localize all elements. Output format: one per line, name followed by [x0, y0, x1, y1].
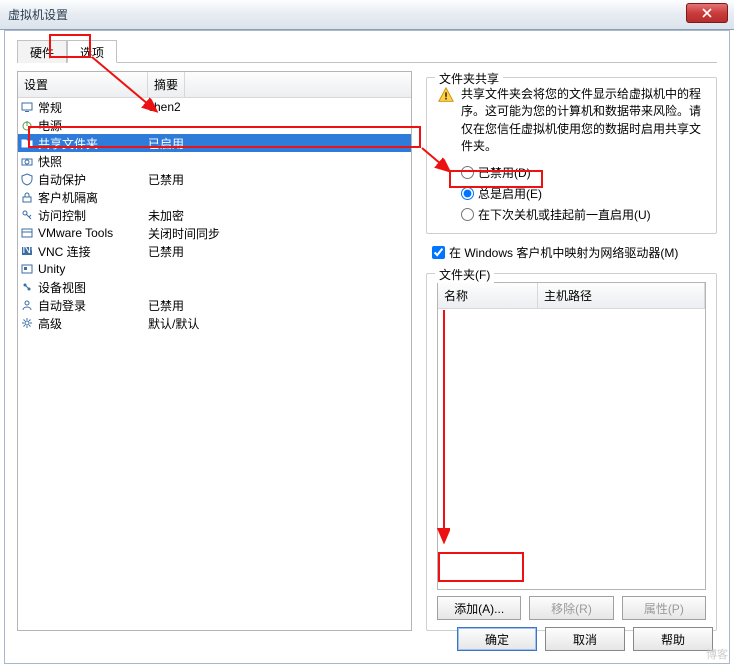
list-item[interactable]: 高级默认/默认	[18, 314, 411, 332]
radio-until-next[interactable]: 在下次关机或挂起前一直启用(U)	[461, 206, 706, 223]
setting-name: 自动登录	[36, 297, 148, 314]
monitor-icon	[18, 100, 36, 114]
setting-name: 自动保护	[36, 171, 148, 188]
setting-name: Unity	[36, 262, 148, 276]
list-item[interactable]: 电源	[18, 116, 411, 134]
map-drive-checkbox[interactable]: 在 Windows 客户机中映射为网络驱动器(M)	[432, 244, 717, 261]
setting-name: 电源	[36, 117, 148, 134]
setting-name: 常规	[36, 99, 148, 116]
setting-summary: chen2	[148, 100, 411, 114]
folders-group: 文件夹(F) 名称 主机路径 添加(A)... 移除(R) 属性(P)	[426, 273, 717, 631]
user-icon	[18, 298, 36, 312]
tab-bar: 硬件 选项	[17, 39, 717, 63]
setting-name: 共享文件夹	[36, 135, 148, 152]
setting-summary: 已禁用	[148, 297, 411, 314]
dialog-body: 硬件 选项 设置 摘要 常规chen2电源共享文件夹已启用快照自动保护已禁用客户…	[4, 30, 730, 664]
lock-icon	[18, 190, 36, 204]
list-item[interactable]: Unity	[18, 260, 411, 278]
remove-folder-button[interactable]: 移除(R)	[529, 596, 613, 620]
close-icon	[702, 8, 712, 18]
watermark: 博客	[706, 646, 728, 662]
window-title: 虚拟机设置	[8, 6, 68, 23]
list-item[interactable]: 访问控制未加密	[18, 206, 411, 224]
unity-icon	[18, 262, 36, 276]
tab-options[interactable]: 选项	[67, 40, 117, 63]
props-folder-button[interactable]: 属性(P)	[622, 596, 706, 620]
cancel-button[interactable]: 取消	[545, 627, 625, 651]
list-item[interactable]: 设备视图	[18, 278, 411, 296]
setting-summary: 默认/默认	[148, 315, 411, 332]
folders-list[interactable]: 名称 主机路径	[437, 282, 706, 590]
shield-icon	[18, 172, 36, 186]
help-button[interactable]: 帮助	[633, 627, 713, 651]
folder-icon	[18, 136, 36, 150]
folders-group-label: 文件夹(F)	[435, 266, 494, 283]
radio-always-enabled[interactable]: 总是启用(E)	[461, 185, 706, 202]
power-icon	[18, 118, 36, 132]
folders-header: 名称 主机路径	[438, 283, 705, 309]
warning-icon	[437, 86, 455, 156]
setting-summary: 关闭时间同步	[148, 225, 411, 242]
list-item[interactable]: VNCVNC 连接已禁用	[18, 242, 411, 260]
camera-icon	[18, 154, 36, 168]
share-warning-text: 共享文件夹会将您的文件显示给虚拟机中的程序。这可能为您的计算机和数据带来风险。请…	[461, 86, 706, 156]
vnc-icon: VNC	[18, 244, 36, 258]
col-folder-name[interactable]: 名称	[438, 283, 538, 308]
key-icon	[18, 208, 36, 222]
list-item[interactable]: 共享文件夹已启用	[18, 134, 411, 152]
add-folder-button[interactable]: 添加(A)...	[437, 596, 521, 620]
setting-name: VNC 连接	[36, 243, 148, 260]
list-item[interactable]: 自动登录已禁用	[18, 296, 411, 314]
setting-summary: 未加密	[148, 207, 411, 224]
setting-name: 高级	[36, 315, 148, 332]
setting-name: 快照	[36, 153, 148, 170]
share-group: 文件夹共享 共享文件夹会将您的文件显示给虚拟机中的程序。这可能为您的计算机和数据…	[426, 77, 717, 234]
list-item[interactable]: 常规chen2	[18, 98, 411, 116]
setting-summary: 已禁用	[148, 171, 411, 188]
setting-name: 设备视图	[36, 279, 148, 296]
close-button[interactable]	[686, 3, 728, 23]
list-item[interactable]: 快照	[18, 152, 411, 170]
setting-summary: 已启用	[148, 135, 411, 152]
svg-text:VNC: VNC	[20, 244, 34, 256]
devices-icon	[18, 280, 36, 294]
setting-name: 客户机隔离	[36, 189, 148, 206]
setting-name: VMware Tools	[36, 226, 148, 240]
dialog-buttons: 确定 取消 帮助	[457, 627, 713, 651]
ok-button[interactable]: 确定	[457, 627, 537, 651]
share-radios: 已禁用(D) 总是启用(E) 在下次关机或挂起前一直启用(U)	[461, 164, 706, 223]
share-group-label: 文件夹共享	[435, 70, 503, 87]
setting-summary: 已禁用	[148, 243, 411, 260]
radio-disabled[interactable]: 已禁用(D)	[461, 164, 706, 181]
list-item[interactable]: 客户机隔离	[18, 188, 411, 206]
list-item[interactable]: VMware Tools关闭时间同步	[18, 224, 411, 242]
settings-list[interactable]: 设置 摘要 常规chen2电源共享文件夹已启用快照自动保护已禁用客户机隔离访问控…	[17, 71, 412, 631]
gear-icon	[18, 316, 36, 330]
titlebar: 虚拟机设置	[0, 0, 734, 30]
tab-hardware[interactable]: 硬件	[17, 40, 67, 63]
setting-name: 访问控制	[36, 207, 148, 224]
col-host-path[interactable]: 主机路径	[538, 283, 705, 308]
list-header: 设置 摘要	[18, 72, 411, 98]
list-item[interactable]: 自动保护已禁用	[18, 170, 411, 188]
col-summary[interactable]: 摘要	[148, 72, 185, 97]
col-setting[interactable]: 设置	[18, 72, 148, 97]
box-icon	[18, 226, 36, 240]
